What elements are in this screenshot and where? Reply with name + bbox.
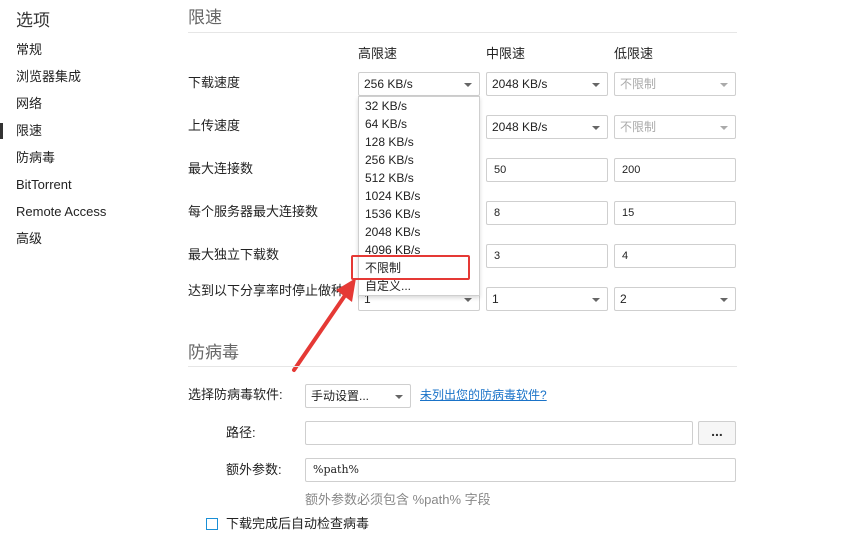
sidebar-item-advanced[interactable]: 高级 <box>16 230 42 248</box>
annotation-arrow-icon <box>292 278 356 372</box>
max-connections-low-input[interactable]: 200 <box>614 158 736 182</box>
auto-scan-label: 下载完成后自动检查病毒 <box>226 516 370 531</box>
select-value: 手动设置... <box>311 389 370 403</box>
max-connections-label: 最大连接数 <box>188 161 254 176</box>
dropdown-option[interactable]: 1024 KB/s <box>365 187 420 205</box>
extra-args-hint: 额外参数必须包含 %path% 字段 <box>305 492 491 507</box>
select-value: 2 <box>620 292 627 306</box>
section-divider <box>188 32 737 33</box>
chevron-down-icon <box>592 126 600 130</box>
section-divider <box>188 366 737 367</box>
column-header-high: 高限速 <box>358 46 398 61</box>
chevron-down-icon <box>720 83 728 87</box>
chevron-down-icon <box>720 126 728 130</box>
seed-ratio-mid-select[interactable]: 1 <box>486 287 608 311</box>
sidebar-title: 选项 <box>16 11 50 30</box>
sidebar-item-speed-limit[interactable]: 限速 <box>16 122 42 140</box>
download-speed-low-select[interactable]: 不限制 <box>614 72 736 96</box>
antivirus-select[interactable]: 手动设置... <box>305 384 411 408</box>
upload-speed-label: 上传速度 <box>188 118 241 133</box>
select-value: 2048 KB/s <box>492 120 548 134</box>
chevron-down-icon <box>464 83 472 87</box>
dropdown-option[interactable]: 2048 KB/s <box>365 223 420 241</box>
column-header-mid: 中限速 <box>486 46 526 61</box>
upload-speed-low-select[interactable]: 不限制 <box>614 115 736 139</box>
sidebar-item-network[interactable]: 网络 <box>16 95 42 113</box>
dropdown-option[interactable]: 512 KB/s <box>365 169 414 187</box>
antivirus-not-listed-link[interactable]: 未列出您的防病毒软件? <box>420 386 547 403</box>
sidebar-item-browser-integration[interactable]: 浏览器集成 <box>16 68 81 86</box>
path-label: 路径: <box>226 425 256 440</box>
seed-ratio-low-select[interactable]: 2 <box>614 287 736 311</box>
max-connections-mid-input[interactable]: 50 <box>486 158 608 182</box>
select-value: 2048 KB/s <box>492 77 548 91</box>
dropdown-option[interactable]: 32 KB/s <box>365 97 407 115</box>
max-downloads-low-input[interactable]: 4 <box>614 244 736 268</box>
sidebar-active-indicator <box>0 123 3 139</box>
chevron-down-icon <box>464 298 472 302</box>
column-header-low: 低限速 <box>614 46 654 61</box>
sidebar-item-general[interactable]: 常规 <box>16 41 42 59</box>
select-value: 不限制 <box>620 120 657 134</box>
download-speed-label: 下载速度 <box>188 75 241 90</box>
chevron-down-icon <box>592 83 600 87</box>
dropdown-option[interactable]: 64 KB/s <box>365 115 407 133</box>
max-downloads-mid-input[interactable]: 3 <box>486 244 608 268</box>
max-downloads-label: 最大独立下载数 <box>188 247 280 262</box>
sidebar-item-antivirus[interactable]: 防病毒 <box>16 149 55 167</box>
chevron-down-icon <box>720 298 728 302</box>
antivirus-section-title: 防病毒 <box>188 343 239 362</box>
dropdown-option[interactable]: 128 KB/s <box>365 133 414 151</box>
upload-speed-mid-select[interactable]: 2048 KB/s <box>486 115 608 139</box>
dropdown-option[interactable]: 256 KB/s <box>365 151 414 169</box>
chevron-down-icon <box>592 298 600 302</box>
speed-limit-section-title: 限速 <box>188 8 222 27</box>
download-speed-mid-select[interactable]: 2048 KB/s <box>486 72 608 96</box>
download-speed-high-select[interactable]: 256 KB/s <box>358 72 480 96</box>
chevron-down-icon <box>395 395 403 399</box>
path-input[interactable] <box>305 421 693 445</box>
dropdown-option[interactable]: 1536 KB/s <box>365 205 420 223</box>
select-value: 不限制 <box>620 77 657 91</box>
sidebar-item-bittorrent[interactable]: BitTorrent <box>16 176 72 194</box>
auto-scan-checkbox[interactable] <box>206 518 218 530</box>
select-value: 256 KB/s <box>364 77 413 91</box>
browse-button[interactable]: ... <box>698 421 736 445</box>
antivirus-select-label: 选择防病毒软件: <box>188 387 283 402</box>
select-value: 1 <box>492 292 499 306</box>
extra-args-label: 额外参数: <box>226 462 282 477</box>
max-connections-per-server-label: 每个服务器最大连接数 <box>188 204 319 219</box>
extra-args-input[interactable]: %path% <box>305 458 736 482</box>
max-connections-per-server-mid-input[interactable]: 8 <box>486 201 608 225</box>
sidebar-item-remote-access[interactable]: Remote Access <box>16 203 106 221</box>
max-connections-per-server-low-input[interactable]: 15 <box>614 201 736 225</box>
